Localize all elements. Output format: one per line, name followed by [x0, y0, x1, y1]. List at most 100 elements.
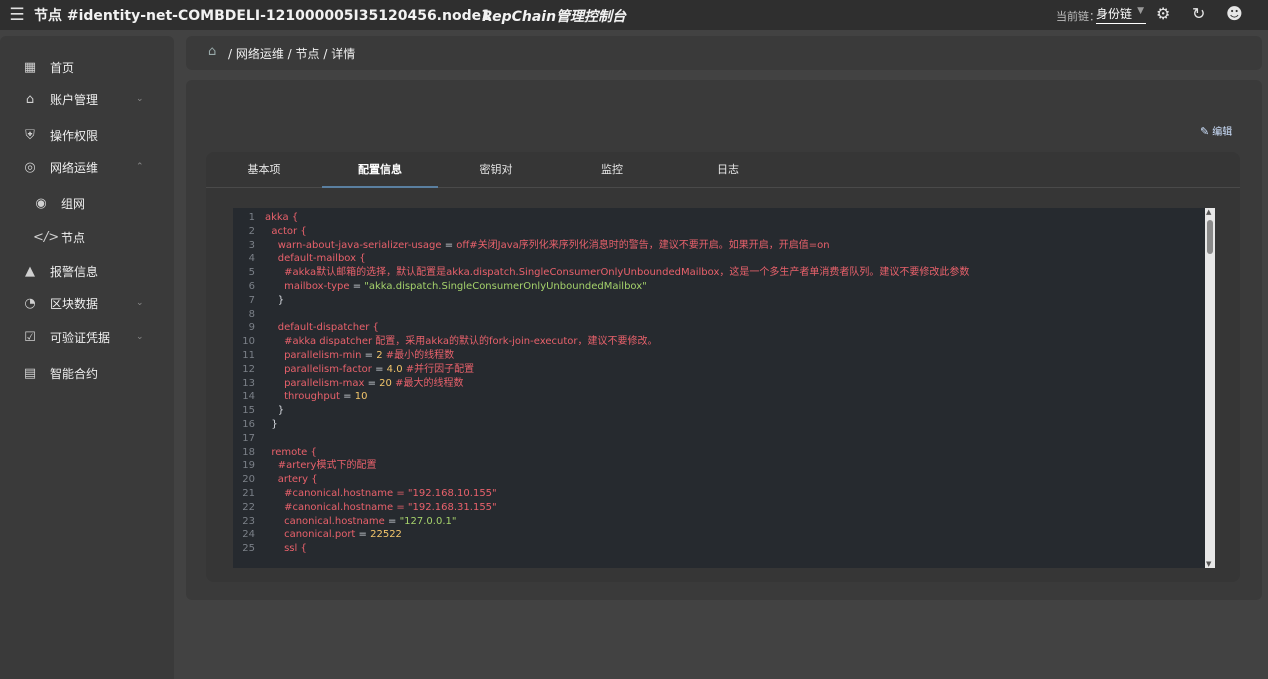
line-number: 19 [242, 460, 255, 472]
code-line: 8 [233, 308, 1203, 322]
scroll-down-icon[interactable]: ▼ [1206, 560, 1211, 568]
sidebar-item-label: 操作权限 [50, 128, 99, 143]
line-number: 8 [248, 308, 255, 320]
sidebar-item-permissions[interactable]: ⛨ 操作权限 [0, 120, 174, 150]
breadcrumb: ⌂ / 网络运维 / 节点 / 详情 [186, 36, 1262, 70]
tab-bar: 基本项 配置信息 密钥对 监控 日志 [206, 152, 1240, 188]
code-line: 7 } [233, 294, 1203, 308]
sidebar-item-nodes[interactable]: </> 节点 [0, 222, 174, 252]
settings-icon[interactable]: ⚙ [1156, 4, 1170, 23]
code-line: 4 default-mailbox { [233, 252, 1203, 266]
code-line: 5 #akka默认邮箱的选择，默认配置是akka.dispatch.Single… [233, 266, 1203, 280]
tab-keypair[interactable]: 密钥对 [438, 152, 554, 188]
sidebar-item-label: 账户管理 [50, 92, 99, 107]
shield-icon: ⛨ [25, 127, 35, 143]
line-number: 25 [242, 543, 255, 555]
chevron-down-icon: ⌄ [136, 94, 144, 104]
sidebar-item-network[interactable]: ◎ 网络运维 ⌃ [0, 152, 174, 182]
account-icon[interactable]: ☻ [1226, 4, 1243, 23]
code-line: 25 ssl { [233, 542, 1203, 556]
brand-title: RepChain管理控制台 [482, 9, 627, 25]
code-line: 17 [233, 432, 1203, 446]
sidebar-item-accounts[interactable]: ⌂ 账户管理 ⌄ [0, 84, 174, 114]
line-number: 13 [242, 377, 255, 389]
line-number: 15 [242, 405, 255, 417]
hamburger-icon[interactable]: ☰ [0, 5, 34, 25]
line-number: 20 [242, 474, 255, 486]
edit-button-label: 编辑 [1212, 127, 1233, 138]
line-number: 1 [248, 212, 255, 223]
line-number: 4 [248, 253, 255, 265]
edit-button[interactable]: ✎ 编辑 [1200, 123, 1232, 138]
sidebar-item-label: 首页 [50, 60, 75, 75]
block-icon: ◔ [24, 295, 36, 311]
breadcrumb-path: / 网络运维 / 节点 / 详情 [228, 47, 356, 61]
sidebar-item-label: 节点 [61, 230, 86, 245]
line-number: 16 [242, 418, 255, 430]
line-number: 18 [242, 446, 255, 458]
line-number: 6 [248, 280, 255, 292]
line-number: 21 [242, 487, 255, 499]
sidebar-item-contracts[interactable]: ▤ 智能合约 [0, 358, 174, 388]
chevron-down-icon: ▼ [1137, 6, 1144, 16]
line-number: 11 [242, 349, 255, 361]
line-number: 7 [248, 294, 255, 306]
sidebar-item-block-data[interactable]: ◔ 区块数据 ⌄ [0, 288, 174, 318]
code-line: 13 parallelism-max = 20 #最大的线程数 [233, 377, 1203, 391]
chevron-up-icon: ⌃ [136, 162, 144, 172]
top-app-bar: ☰ 节点 #identity-net-COMBDELI-121000005I35… [0, 0, 1268, 30]
code-line: 14 throughput = 10 [233, 390, 1203, 404]
scrollbar[interactable]: ▲ ▼ [1205, 208, 1215, 568]
config-code-editor[interactable]: 1 akka {2 actor {3 warn-about-java-serial… [233, 208, 1215, 568]
tab-basic[interactable]: 基本项 [206, 152, 322, 188]
scroll-up-icon[interactable]: ▲ [1206, 208, 1211, 216]
code-line: 11 parallelism-min = 2 #最小的线程数 [233, 349, 1203, 363]
line-number: 24 [242, 529, 255, 541]
code-line: 20 artery { [233, 473, 1203, 487]
detail-panel: ✎ 编辑 基本项 配置信息 密钥对 监控 日志 1 akka {2 actor {3… [186, 80, 1262, 600]
home-icon[interactable]: ⌂ [208, 44, 216, 59]
code-line: 19 #artery模式下的配置 [233, 459, 1203, 473]
chevron-down-icon: ⌄ [136, 298, 144, 308]
code-line: 18 remote { [233, 446, 1203, 460]
line-number: 23 [242, 515, 255, 527]
dashboard-icon: ▦ [23, 59, 37, 75]
line-number: 17 [242, 432, 255, 444]
code-line: 1 akka { [233, 211, 1203, 225]
code-line: 16 } [233, 418, 1203, 432]
sidebar-item-credentials[interactable]: ☑ 可验证凭据 ⌄ [0, 322, 174, 352]
chain-label: 当前链： [1056, 10, 1100, 23]
tab-monitor[interactable]: 监控 [554, 152, 670, 188]
line-number: 9 [248, 322, 255, 334]
sidebar-item-group-network[interactable]: ◉ 组网 [0, 188, 174, 218]
sidebar-item-label: 组网 [61, 196, 86, 211]
code-line: 15 } [233, 404, 1203, 418]
scrollbar-thumb[interactable] [1207, 220, 1213, 254]
tabs-card: 基本项 配置信息 密钥对 监控 日志 1 akka {2 actor {3 war… [206, 152, 1240, 582]
chevron-down-icon: ⌄ [136, 332, 144, 342]
bank-icon: ⌂ [25, 91, 35, 107]
group-icon: ◉ [35, 195, 47, 211]
page-title: 节点 #identity-net-COMBDELI-121000005I3512… [34, 8, 491, 24]
sidebar-item-label: 报警信息 [50, 264, 99, 279]
refresh-icon[interactable]: ↻ [1192, 4, 1205, 23]
sidebar-item-label: 区块数据 [50, 296, 99, 311]
code-line: 23 canonical.hostname = "127.0.0.1" [233, 515, 1203, 529]
warning-icon: ▲ [25, 263, 35, 279]
chain-select[interactable]: 身份链 ▼ [1096, 5, 1146, 24]
chain-select-value: 身份链 [1096, 7, 1133, 21]
sidebar-item-home[interactable]: ▦ 首页 [0, 52, 174, 82]
credential-icon: ☑ [24, 329, 36, 345]
line-number: 5 [248, 267, 255, 279]
tab-logs[interactable]: 日志 [670, 152, 786, 188]
tab-config[interactable]: 配置信息 [322, 152, 438, 188]
contract-icon: ▤ [23, 365, 37, 381]
code-icon: </> [33, 229, 60, 245]
sidebar-item-label: 智能合约 [50, 366, 99, 381]
code-line: 24 canonical.port = 22522 [233, 528, 1203, 542]
sidebar-item-label: 网络运维 [50, 160, 99, 175]
code-lines: 1 akka {2 actor {3 warn-about-java-serial… [233, 211, 1203, 556]
code-line: 22 #canonical.hostname = "192.168.31.155… [233, 501, 1203, 515]
sidebar-item-alerts[interactable]: ▲ 报警信息 [0, 256, 174, 286]
code-line: 12 parallelism-factor = 4.0 #并行因子配置 [233, 363, 1203, 377]
